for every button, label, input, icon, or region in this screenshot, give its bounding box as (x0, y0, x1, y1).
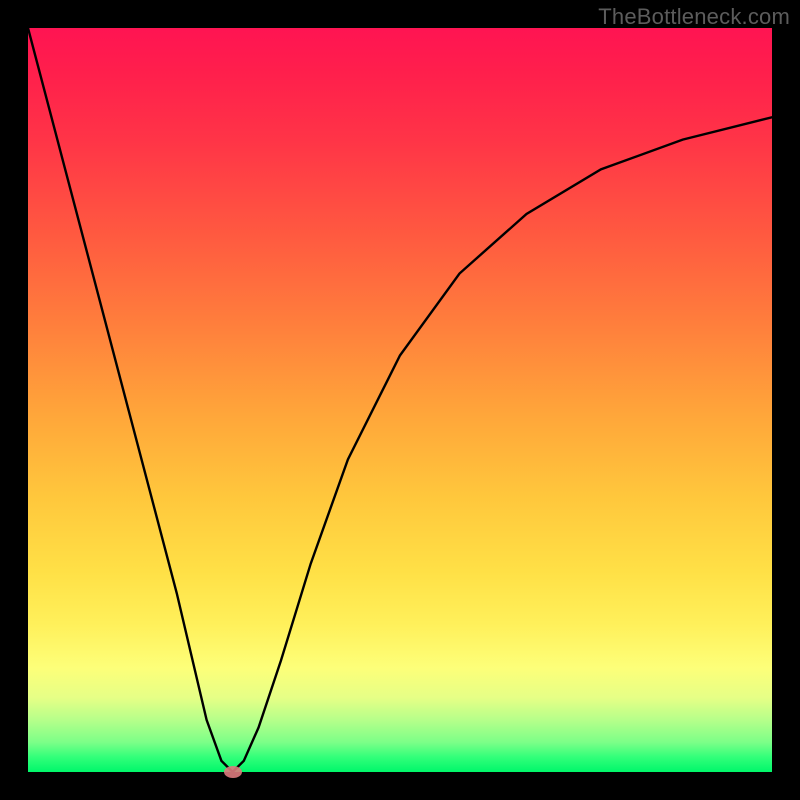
minimum-marker (224, 766, 242, 778)
watermark-text: TheBottleneck.com (598, 4, 790, 30)
curve-svg (28, 28, 772, 772)
plot-area (28, 28, 772, 772)
bottleneck-curve (28, 28, 772, 772)
